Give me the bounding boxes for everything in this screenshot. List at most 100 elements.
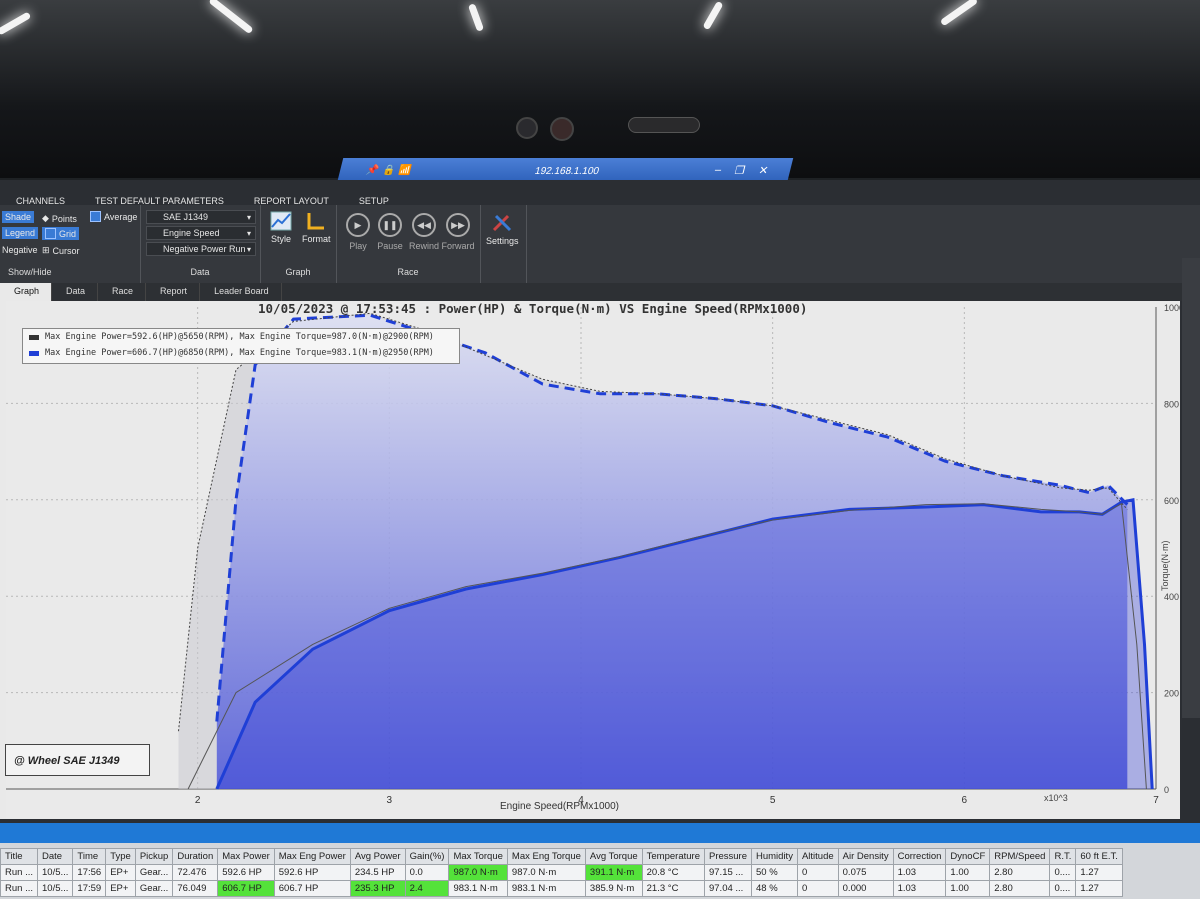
shade-label: Shade (5, 212, 32, 222)
column-header[interactable]: Type (105, 848, 136, 865)
y-tick-label-right: 400 (1164, 592, 1179, 602)
table-row[interactable]: Run ... 10/5... 17:59 EP+ Gear... 76.049 606.7… (0, 880, 1123, 897)
pause-icon: ❚❚ (378, 213, 402, 237)
table-cell: EP+ (105, 864, 136, 881)
chart-svg[interactable]: 23456702004006008001000 (6, 301, 1180, 819)
table-cell: 234.5 HP (349, 864, 406, 881)
table-cell: 10/5... (36, 864, 74, 881)
results-table[interactable]: Title Date Time Type Pickup Duration Max Power… (0, 848, 1123, 897)
style-icon (270, 211, 292, 231)
column-header[interactable]: Avg Power (349, 848, 406, 865)
table-cell: 0.... (1049, 880, 1077, 897)
negative-toggle[interactable]: Negative (2, 245, 38, 255)
column-header[interactable]: Date (36, 848, 74, 865)
results-titlebar (0, 823, 1200, 843)
tab-data[interactable]: Data (52, 283, 99, 301)
column-header[interactable]: Avg Torque (584, 848, 643, 865)
average-toggle[interactable]: Average (90, 211, 137, 222)
average-icon (90, 211, 101, 222)
restore-icon[interactable]: ❐ (733, 164, 746, 177)
column-header[interactable]: Max Torque (448, 848, 508, 865)
y-tick-label-right: 0 (1164, 785, 1169, 795)
pause-label: Pause (377, 241, 403, 251)
webcam-shutter-slider[interactable] (628, 117, 700, 133)
ceiling-light (208, 0, 254, 35)
table-cell: 76.049 (172, 880, 219, 897)
table-cell: 235.3 HP (349, 880, 406, 897)
forward-icon: ▶▶ (446, 213, 470, 237)
run-dropdown[interactable]: Negative Power Run (146, 242, 256, 256)
table-row[interactable]: Run ... 10/5... 17:56 EP+ Gear... 72.476 592.6… (0, 864, 1123, 881)
table-cell: 1.27 (1075, 864, 1123, 881)
column-header[interactable]: Correction (892, 848, 947, 865)
table-cell: Gear... (134, 880, 174, 897)
column-header[interactable]: R.T. (1049, 848, 1077, 865)
legend-toggle[interactable]: Legend (2, 227, 39, 239)
points-label: Points (51, 213, 77, 224)
table-cell: 72.476 (172, 864, 219, 881)
format-button[interactable]: Format (302, 211, 331, 244)
results-panel: Title Date Time Type Pickup Duration Max Power… (0, 823, 1200, 899)
cursor-icon: ⊞ (42, 245, 50, 255)
column-header[interactable]: Air Density (837, 848, 894, 865)
table-cell: 48 % (751, 880, 798, 897)
style-label: Style (270, 234, 291, 244)
race-group-label: Race (397, 267, 419, 277)
axis-dropdown[interactable]: Engine Speed (146, 226, 256, 240)
column-header[interactable]: Pickup (134, 848, 174, 865)
table-cell: 20.8 °C (641, 864, 705, 881)
settings-button[interactable]: Settings (486, 211, 519, 246)
column-header[interactable]: Max Eng Torque (506, 848, 586, 865)
format-icon (307, 213, 325, 230)
x-axis-multiplier: x10^3 (1044, 793, 1068, 803)
grid-toggle[interactable]: Grid (42, 227, 80, 240)
column-header[interactable]: 60 ft E.T. (1075, 848, 1123, 865)
table-cell: 17:59 (72, 880, 107, 897)
legend-item-run2: Max Engine Power=606.7(HP)@6850(RPM), Ma… (23, 345, 459, 361)
table-cell: 2.80 (989, 880, 1051, 897)
column-header[interactable]: DynoCF (945, 848, 991, 865)
close-icon[interactable]: ✕ (757, 164, 769, 177)
table-cell: EP+ (105, 880, 136, 897)
column-header[interactable]: Altitude (796, 848, 839, 865)
y-tick-label-right: 1000 (1164, 303, 1180, 313)
column-header[interactable]: Max Eng Power (273, 848, 351, 865)
tab-leader-board[interactable]: Leader Board (200, 283, 282, 301)
column-header[interactable]: RPM/Speed (989, 848, 1051, 865)
table-cell: 1.00 (945, 880, 991, 897)
table-cell: 606.7 HP (217, 880, 275, 897)
forward-button[interactable]: ▶▶ Forward (438, 213, 478, 251)
table-cell: 0.075 (837, 864, 894, 881)
legend-swatch-run2 (29, 350, 39, 356)
table-cell: 0.0 (404, 864, 450, 881)
monitor-bezel (0, 0, 1200, 178)
minimize-icon[interactable]: – (713, 164, 723, 177)
table-cell: 0.000 (837, 880, 894, 897)
table-cell: 385.9 N·m (584, 880, 643, 897)
style-button[interactable]: Style (270, 211, 292, 244)
shade-toggle[interactable]: Shade (2, 211, 35, 223)
column-header[interactable]: Time (72, 848, 107, 865)
column-header[interactable]: Gain(%) (404, 848, 450, 865)
cursor-toggle[interactable]: ⊞ Cursor (42, 245, 80, 256)
ribbon-group-showhide: Shade ◆ Points Average Legend Grid Negati… (0, 205, 141, 283)
table-cell: 0.... (1049, 864, 1077, 881)
legend-text-run2: Max Engine Power=606.7(HP)@6850(RPM), Ma… (45, 348, 434, 358)
column-header[interactable]: Title (0, 848, 38, 865)
tab-report[interactable]: Report (146, 283, 201, 301)
table-cell: 97.04 ... (703, 880, 753, 897)
data-group-label: Data (190, 267, 210, 277)
tab-race[interactable]: Race (98, 283, 147, 301)
column-header[interactable]: Humidity (751, 848, 798, 865)
legend-item-run1: Max Engine Power=592.6(HP)@5650(RPM), Ma… (23, 329, 459, 345)
standard-dropdown[interactable]: SAE J1349 (146, 210, 256, 224)
legend-label: Legend (5, 228, 36, 238)
column-header[interactable]: Duration (172, 848, 219, 865)
column-header[interactable]: Max Power (217, 848, 275, 865)
column-header[interactable]: Temperature (641, 848, 705, 865)
chart-legend[interactable]: Max Engine Power=592.6(HP)@5650(RPM), Ma… (22, 328, 460, 364)
tab-graph[interactable]: Graph (0, 283, 53, 301)
points-toggle[interactable]: ◆ Points (42, 213, 77, 224)
column-header[interactable]: Pressure (703, 848, 753, 865)
ceiling-light (939, 0, 979, 27)
